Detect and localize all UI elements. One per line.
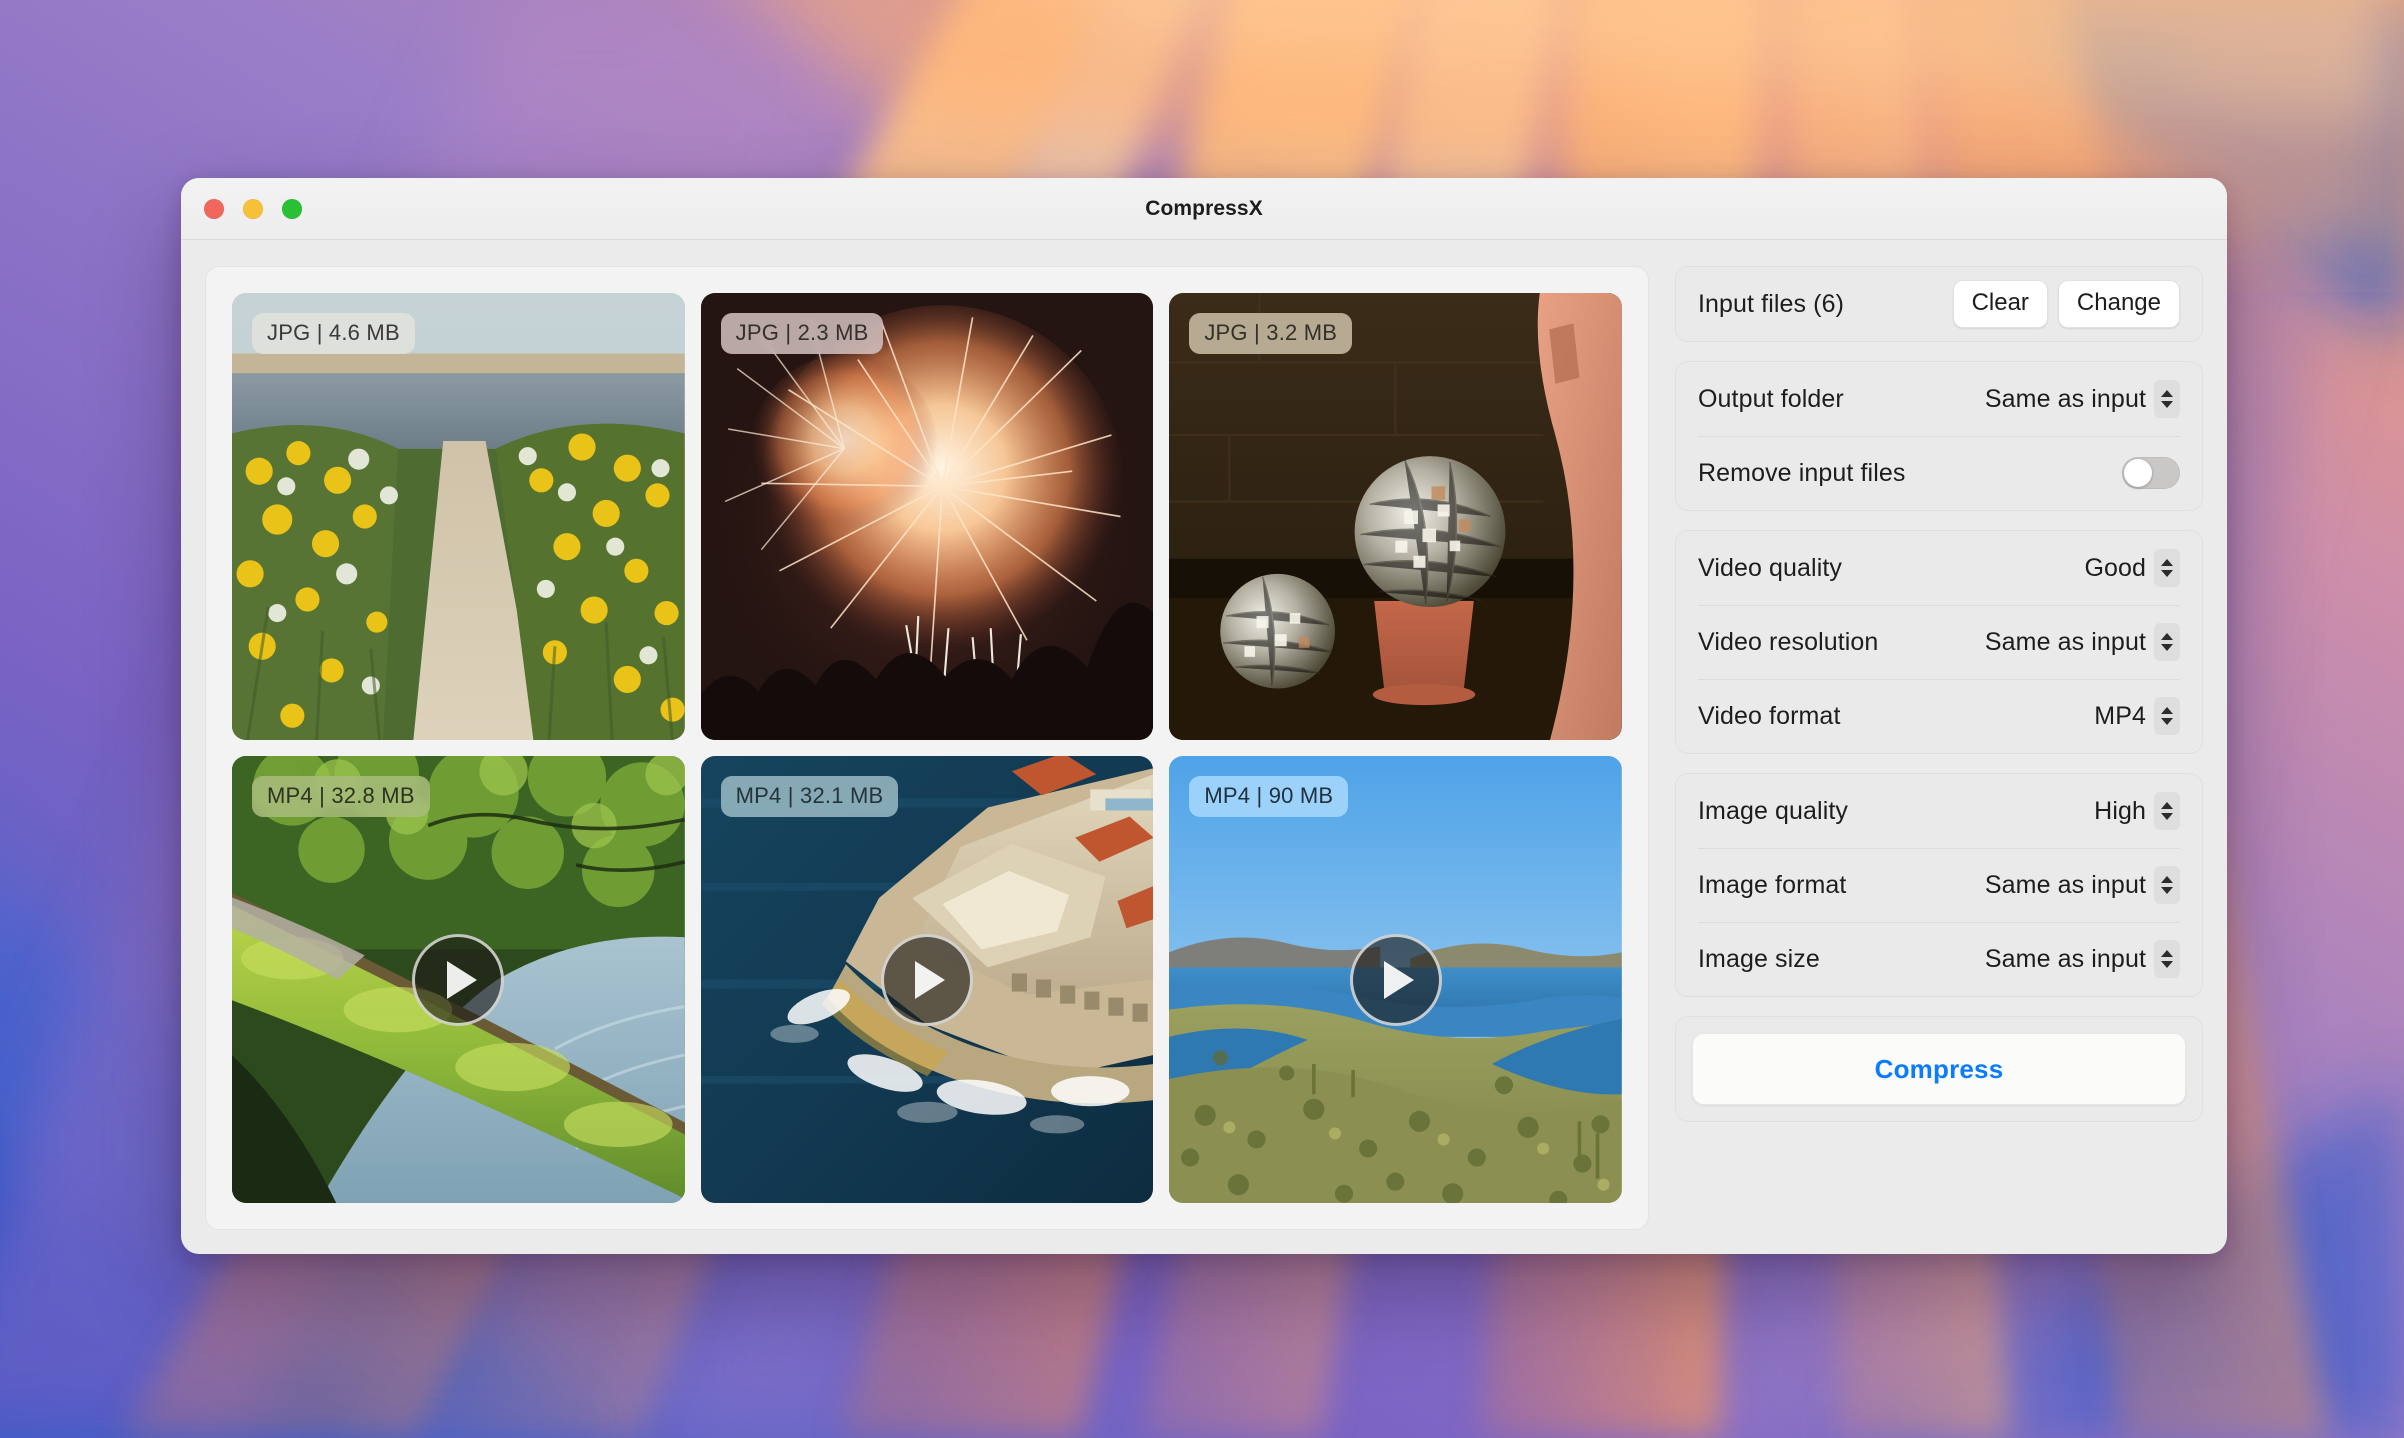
file-badge: JPG | 2.3 MB <box>720 313 884 354</box>
image-quality-label: Image quality <box>1698 796 1848 825</box>
file-badge: MP4 | 32.1 MB <box>720 776 899 817</box>
output-folder-control[interactable]: Same as input <box>1985 380 2180 418</box>
image-size-value: Same as input <box>1984 944 2146 973</box>
thumbnail-artwork-fireworks <box>700 293 1154 740</box>
output-folder-label: Output folder <box>1698 384 1844 413</box>
video-resolution-row[interactable]: Video resolution Same as input <box>1698 605 2180 679</box>
image-format-value: Same as input <box>1984 870 2146 899</box>
chevron-updown-icon[interactable] <box>2154 697 2180 735</box>
file-badge: JPG | 4.6 MB <box>252 313 415 354</box>
thumbnail-grid: JPG | 4.6 MB JPG | 2.3 MB JPG | 3.2 MB M… <box>232 293 1622 1203</box>
image-size-row[interactable]: Image size Same as input <box>1698 922 2180 996</box>
play-button[interactable] <box>880 933 973 1026</box>
thumbnail-item[interactable]: JPG | 3.2 MB <box>1169 293 1622 740</box>
video-format-row[interactable]: Video format MP4 <box>1698 679 2180 753</box>
image-quality-control[interactable]: High <box>2094 792 2180 830</box>
remove-input-files-toggle[interactable] <box>2122 457 2180 489</box>
clear-button[interactable]: Clear <box>1952 280 2048 328</box>
image-size-control[interactable]: Same as input <box>1985 940 2180 978</box>
chevron-updown-icon[interactable] <box>2154 940 2180 978</box>
play-button[interactable] <box>1349 933 1442 1026</box>
output-folder-row[interactable]: Output folder Same as input <box>1698 362 2180 436</box>
chevron-updown-icon[interactable] <box>2154 623 2180 661</box>
image-format-label: Image format <box>1698 870 1847 899</box>
play-icon <box>915 960 946 999</box>
thumbnail-artwork-wildflower-path <box>232 293 685 740</box>
chevron-updown-icon[interactable] <box>2154 866 2180 904</box>
zoom-button[interactable] <box>282 198 302 219</box>
remove-input-files-row: Remove input files <box>1698 436 2180 510</box>
image-settings-group: Image quality High Image format Same as … <box>1675 773 2203 997</box>
input-files-row: Input files (6) Clear Change <box>1698 267 2180 341</box>
video-quality-label: Video quality <box>1698 553 1843 582</box>
image-quality-row[interactable]: Image quality High <box>1698 774 2180 848</box>
chevron-updown-icon[interactable] <box>2154 549 2180 587</box>
input-files-group: Input files (6) Clear Change <box>1675 266 2203 342</box>
play-button[interactable] <box>412 933 505 1026</box>
video-format-value: MP4 <box>2094 701 2146 730</box>
video-format-label: Video format <box>1698 701 1841 730</box>
thumbnail-item[interactable]: MP4 | 90 MB <box>1169 756 1622 1203</box>
change-button[interactable]: Change <box>2057 280 2180 328</box>
video-quality-control[interactable]: Good <box>2084 549 2180 587</box>
thumbnail-item[interactable]: MP4 | 32.8 MB <box>232 756 685 1203</box>
input-files-panel: JPG | 4.6 MB JPG | 2.3 MB JPG | 3.2 MB M… <box>205 266 1649 1230</box>
video-quality-row[interactable]: Video quality Good <box>1698 531 2180 605</box>
thumbnail-item[interactable]: JPG | 4.6 MB <box>232 293 685 740</box>
output-folder-value: Same as input <box>1984 384 2146 413</box>
window-title: CompressX <box>1145 196 1263 220</box>
video-resolution-label: Video resolution <box>1698 627 1879 656</box>
app-window: CompressX JPG | 4.6 MB JPG | 2.3 MB JPG … <box>181 178 2227 1254</box>
thumbnail-item[interactable]: MP4 | 32.1 MB <box>700 756 1154 1203</box>
output-group: Output folder Same as input Remove input… <box>1675 361 2203 511</box>
window-titlebar: CompressX <box>181 178 2227 240</box>
image-size-label: Image size <box>1698 944 1820 973</box>
thumbnail-artwork-disco-balls <box>1169 293 1622 740</box>
video-resolution-value: Same as input <box>1984 627 2146 656</box>
input-files-label: Input files (6) <box>1698 289 1845 318</box>
remove-input-files-label: Remove input files <box>1698 458 1906 487</box>
input-files-actions: Clear Change <box>1952 280 2180 328</box>
video-quality-value: Good <box>2084 553 2146 582</box>
settings-sidebar: Input files (6) Clear Change Output fold… <box>1675 266 2203 1230</box>
video-settings-group: Video quality Good Video resolution Same… <box>1675 530 2203 754</box>
video-format-control[interactable]: MP4 <box>2094 697 2180 735</box>
image-format-control[interactable]: Same as input <box>1985 866 2180 904</box>
toggle-knob <box>2124 459 2152 487</box>
traffic-lights <box>204 198 302 219</box>
chevron-updown-icon[interactable] <box>2154 792 2180 830</box>
image-format-row[interactable]: Image format Same as input <box>1698 848 2180 922</box>
file-badge: MP4 | 32.8 MB <box>252 776 430 817</box>
close-button[interactable] <box>204 198 224 219</box>
file-badge: MP4 | 90 MB <box>1189 776 1349 817</box>
minimize-button[interactable] <box>243 198 263 219</box>
chevron-updown-icon[interactable] <box>2154 380 2180 418</box>
window-body: JPG | 4.6 MB JPG | 2.3 MB JPG | 3.2 MB M… <box>181 240 2227 1254</box>
thumbnail-item[interactable]: JPG | 2.3 MB <box>700 293 1154 740</box>
video-resolution-control[interactable]: Same as input <box>1985 623 2180 661</box>
play-icon <box>1384 960 1415 999</box>
file-badge: JPG | 3.2 MB <box>1189 313 1353 354</box>
image-quality-value: High <box>2094 796 2146 825</box>
compress-group: Compress <box>1675 1016 2203 1122</box>
compress-button[interactable]: Compress <box>1692 1033 2186 1105</box>
play-icon <box>446 960 477 999</box>
